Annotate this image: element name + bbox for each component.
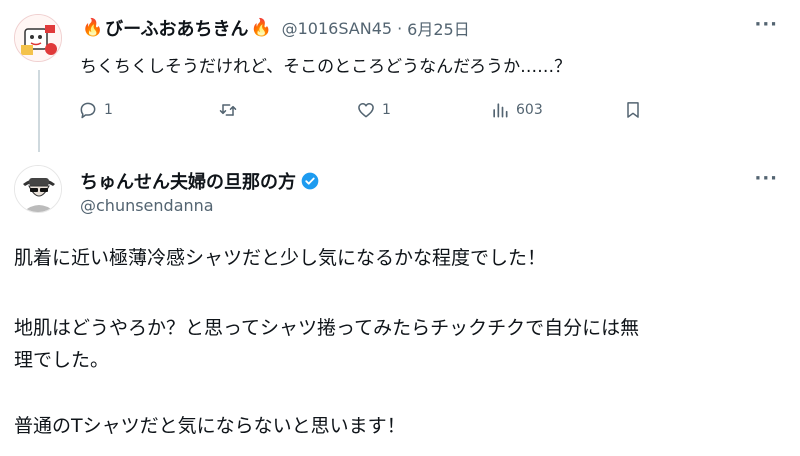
fire-emoji-icon: 🔥 bbox=[82, 18, 104, 38]
more-options-button[interactable]: ··· bbox=[754, 168, 778, 189]
reply-display-name[interactable]: びーふおあちきん bbox=[105, 15, 248, 41]
main-tweet-line: 普通のTシャツだと気にならないと思います！ bbox=[14, 415, 406, 437]
header-separator: · bbox=[397, 18, 403, 38]
reply-date[interactable]: 6月25日 bbox=[407, 16, 470, 40]
thread-connector-line bbox=[38, 70, 40, 152]
avatar-main-user[interactable] bbox=[14, 165, 62, 213]
like-count: 1 bbox=[382, 102, 391, 118]
main-tweet-line: 理でした。 bbox=[14, 349, 110, 371]
main-tweet-line: 肌着に近い極薄冷感シャツだと少し気になるかな程度でした！ bbox=[14, 247, 547, 269]
reply-handle[interactable]: @1016SAN45 bbox=[282, 19, 392, 38]
main-display-name[interactable]: ちゅんせん夫婦の旦那の方 bbox=[80, 168, 296, 194]
reply-button[interactable]: 1 bbox=[78, 100, 113, 120]
retweet-button[interactable] bbox=[218, 100, 244, 120]
reply-tweet-text: ちくちくしそうだけれど、そこのところどうなんだろうか……？ bbox=[80, 57, 572, 77]
reply-icon bbox=[80, 102, 96, 119]
verified-badge-icon bbox=[301, 172, 319, 190]
main-tweet-header: ちゅんせん夫婦の旦那の方 bbox=[80, 168, 320, 194]
avatar-reply-user[interactable] bbox=[14, 14, 62, 62]
avatar-illustration-icon bbox=[15, 15, 61, 61]
fire-emoji-icon: 🔥 bbox=[250, 18, 272, 38]
bookmark-button[interactable] bbox=[623, 100, 649, 120]
main-tweet-line: 地肌はどうやろか？と思ってシャツ捲ってみたらチックチクで自分には無 bbox=[14, 317, 640, 339]
reply-count: 1 bbox=[104, 102, 113, 118]
tweet-action-bar: 1 1 603 bbox=[78, 100, 658, 128]
bookmark-icon bbox=[627, 102, 639, 118]
views-button[interactable]: 603 bbox=[490, 100, 543, 120]
avatar-illustration-icon bbox=[15, 166, 61, 212]
heart-icon bbox=[358, 103, 374, 118]
more-options-button[interactable]: ··· bbox=[754, 14, 778, 35]
reply-tweet-header: 🔥 びーふおあちきん 🔥 @1016SAN45 · 6月25日 bbox=[80, 14, 470, 42]
views-icon bbox=[493, 103, 508, 118]
like-button[interactable]: 1 bbox=[356, 100, 391, 120]
view-count: 603 bbox=[516, 102, 543, 118]
main-handle[interactable]: @chunsendanna bbox=[80, 196, 214, 215]
retweet-icon bbox=[219, 104, 237, 116]
